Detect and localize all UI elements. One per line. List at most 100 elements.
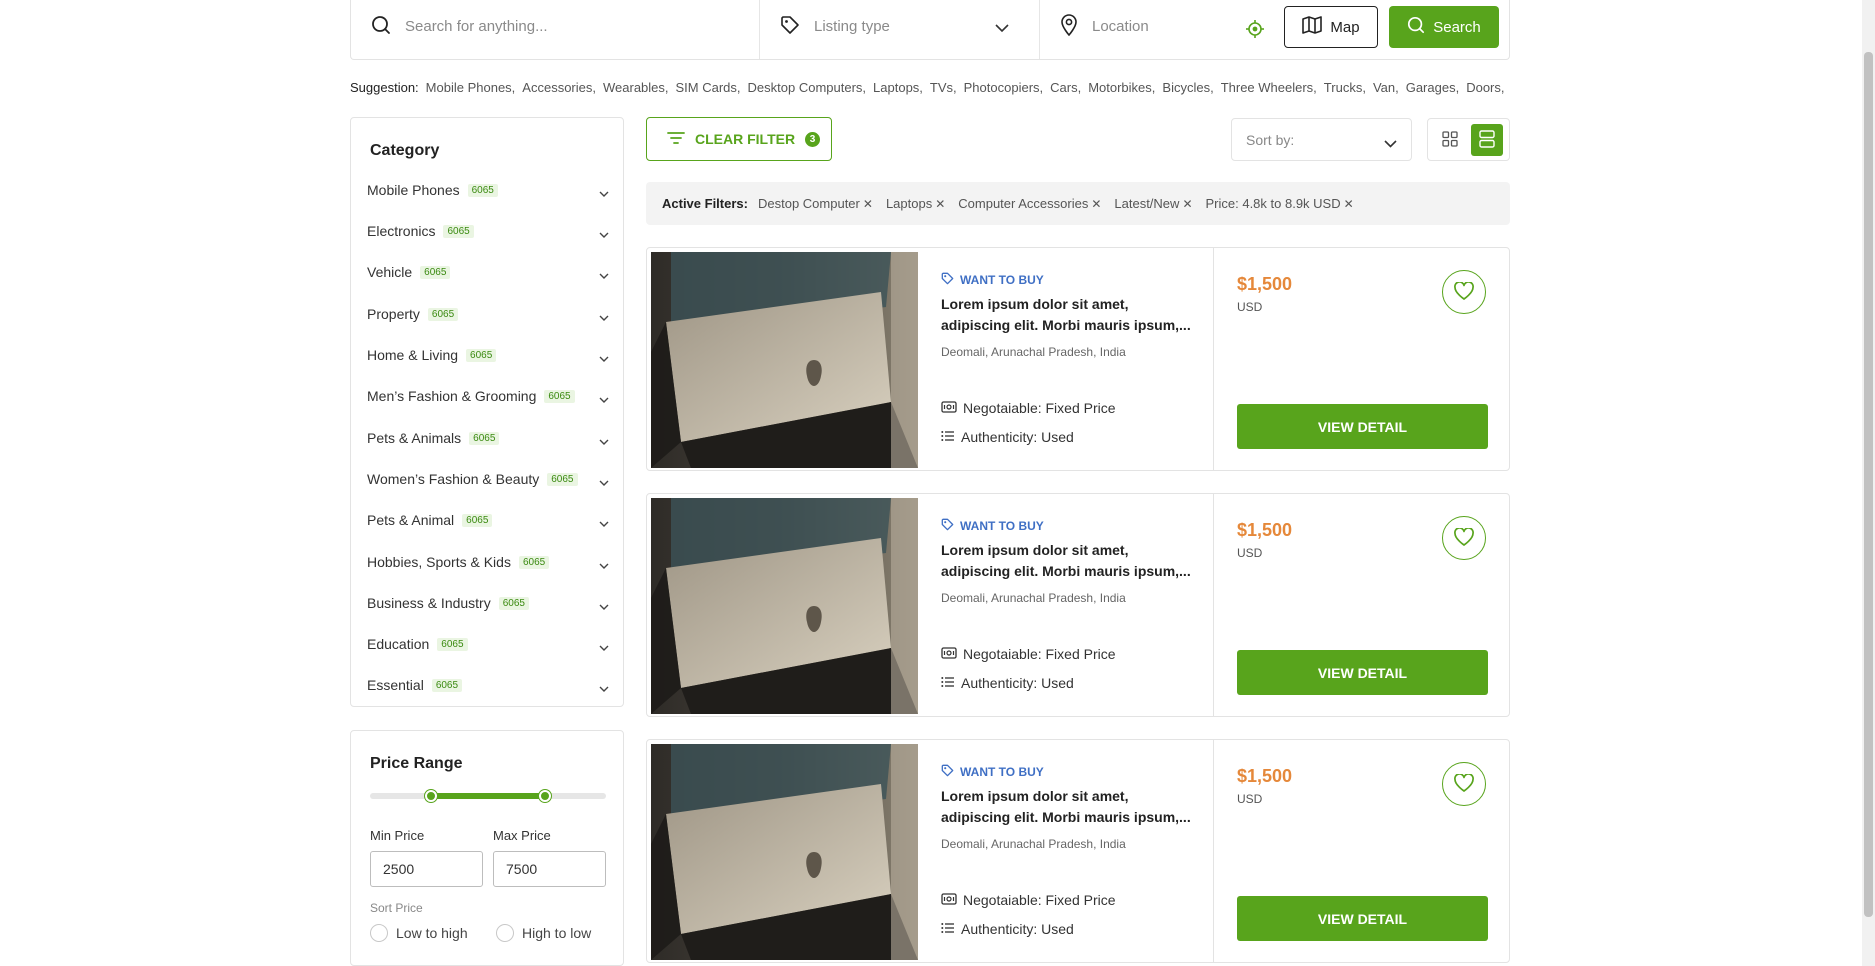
category-name: Home & Living [367, 347, 459, 363]
category-item[interactable]: Women’s Fashion & Beauty 6065 [367, 467, 609, 491]
crosshair-icon[interactable] [1246, 20, 1264, 41]
close-icon[interactable]: ✕ [1344, 197, 1354, 211]
max-price-input[interactable] [493, 851, 606, 887]
suggestion-link[interactable]: Garages, [1406, 80, 1459, 95]
search-input[interactable] [405, 18, 665, 35]
category-count: 6065 [437, 637, 468, 651]
listing-title[interactable]: Lorem ipsum dolor sit amet, adipiscing e… [941, 540, 1197, 582]
map-button[interactable]: Map [1284, 6, 1378, 48]
category-count: 6065 [544, 389, 575, 403]
sort-high-to-low-radio[interactable]: High to low [496, 924, 591, 942]
listing-info: WANT TO BUY Lorem ipsum dolor sit amet, … [941, 740, 1211, 962]
listing-title[interactable]: Lorem ipsum dolor sit amet, adipiscing e… [941, 294, 1197, 336]
suggestion-link[interactable]: Cars, [1050, 80, 1081, 95]
chevron-down-icon [1384, 135, 1397, 151]
map-button-label: Map [1330, 18, 1360, 36]
sort-low-to-high-radio[interactable]: Low to high [370, 924, 468, 942]
suggestion-link[interactable]: Desktop Computers, [748, 80, 867, 95]
authenticity-text: Authenticity: Used [961, 675, 1074, 691]
search-field[interactable] [351, 0, 760, 59]
chevron-down-icon [599, 598, 609, 614]
listing-type-select[interactable]: Listing type [760, 0, 1040, 59]
grid-view-button[interactable] [1434, 124, 1466, 156]
suggestion-link[interactable]: Doors, [1466, 80, 1504, 95]
category-item[interactable]: Pets & Animal 6065 [367, 508, 609, 532]
price-slider[interactable] [370, 790, 606, 802]
list-view-button[interactable] [1471, 124, 1503, 156]
category-item[interactable]: Vehicle 6065 [367, 260, 609, 284]
view-toggle [1427, 118, 1510, 161]
active-filter-chip[interactable]: Destop Computer ✕ [758, 196, 873, 211]
listing-info: WANT TO BUY Lorem ipsum dolor sit amet, … [941, 248, 1211, 470]
price-slider-max-handle[interactable] [538, 790, 551, 802]
active-filter-chip[interactable]: Price: 4.8k to 8.9k USD ✕ [1206, 196, 1354, 211]
radio-circle [370, 924, 388, 942]
price-tag-icon [941, 892, 957, 908]
suggestion-link[interactable]: Laptops, [873, 80, 923, 95]
sort-by-select[interactable]: Sort by: [1231, 118, 1412, 161]
heart-icon [1454, 280, 1474, 303]
suggestion-link[interactable]: TVs, [930, 80, 957, 95]
category-item[interactable]: Business & Industry 6065 [367, 591, 609, 615]
suggestion-link[interactable]: Motorbikes, [1088, 80, 1155, 95]
listing-image[interactable] [651, 498, 918, 714]
listing-image[interactable] [651, 744, 918, 960]
suggestion-link[interactable]: SIM Cards, [676, 80, 741, 95]
listing-card[interactable]: WANT TO BUY Lorem ipsum dolor sit amet, … [646, 739, 1510, 963]
suggestion-link[interactable]: Photocopiers, [964, 80, 1044, 95]
category-item[interactable]: Pets & Animals 6065 [367, 426, 609, 450]
category-item[interactable]: Hobbies, Sports & Kids 6065 [367, 550, 609, 574]
category-item[interactable]: Mobile Phones 6065 [367, 178, 609, 202]
category-item[interactable]: Home & Living 6065 [367, 343, 609, 367]
category-count: 6065 [427, 307, 459, 321]
listing-title[interactable]: Lorem ipsum dolor sit amet, adipiscing e… [941, 786, 1197, 828]
active-filter-chip[interactable]: Laptops ✕ [886, 196, 945, 211]
category-count: 6065 [431, 678, 463, 692]
search-button[interactable]: Search [1389, 6, 1499, 48]
clear-filter-button[interactable]: CLEAR FILTER 3 [646, 117, 832, 161]
suggestion-link[interactable]: Wearables, [603, 80, 669, 95]
close-icon[interactable]: ✕ [935, 197, 945, 211]
suggestion-link[interactable]: Mobile Phones, [426, 80, 516, 95]
listing-card[interactable]: WANT TO BUY Lorem ipsum dolor sit amet, … [646, 493, 1510, 717]
min-price-input[interactable] [370, 851, 483, 887]
active-filter-chip[interactable]: Computer Accessories ✕ [958, 196, 1101, 211]
location-placeholder: Location [1092, 18, 1149, 35]
suggestion-link[interactable]: Bicycles, [1162, 80, 1213, 95]
active-filter-chip[interactable]: Latest/New ✕ [1114, 196, 1192, 211]
category-count: 6065 [498, 596, 529, 610]
favorite-button[interactable] [1442, 270, 1486, 314]
category-item[interactable]: Electronics 6065 [367, 219, 609, 243]
price-slider-min-handle[interactable] [425, 790, 438, 802]
category-item[interactable]: Property 6065 [367, 302, 609, 326]
location-field[interactable]: Location [1040, 0, 1280, 59]
listing-tag: WANT TO BUY [941, 518, 1044, 534]
page-scrollbar[interactable] [1862, 0, 1875, 966]
category-item[interactable]: Essential 6065 [367, 673, 609, 697]
list-icon [1479, 129, 1495, 151]
scrollbar-thumb[interactable] [1864, 52, 1873, 917]
heart-icon [1454, 526, 1474, 549]
listing-authenticity: Authenticity: Used [941, 921, 1074, 937]
close-icon[interactable]: ✕ [863, 197, 873, 211]
close-icon[interactable]: ✕ [1182, 197, 1192, 211]
favorite-button[interactable] [1442, 516, 1486, 560]
category-item[interactable]: Men’s Fashion & Grooming 6065 [367, 384, 609, 408]
suggestion-link[interactable]: Accessories, [522, 80, 596, 95]
view-detail-button[interactable]: VIEW DETAIL [1237, 404, 1488, 449]
list-icon [941, 675, 955, 691]
suggestion-link[interactable]: Three Wheelers, [1221, 80, 1317, 95]
suggestion-link[interactable]: Trucks, [1324, 80, 1366, 95]
close-icon[interactable]: ✕ [1091, 197, 1101, 211]
suggestion-label: Suggestion: [350, 80, 419, 95]
favorite-button[interactable] [1442, 762, 1486, 806]
category-item[interactable]: Education 6065 [367, 632, 609, 656]
listing-card[interactable]: WANT TO BUY Lorem ipsum dolor sit amet, … [646, 247, 1510, 471]
map-pin-icon [1060, 14, 1078, 39]
view-detail-button[interactable]: VIEW DETAIL [1237, 650, 1488, 695]
category-name: Women’s Fashion & Beauty [367, 471, 540, 487]
view-detail-button[interactable]: VIEW DETAIL [1237, 896, 1488, 941]
listing-image[interactable] [651, 252, 918, 468]
category-count: 6065 [443, 224, 474, 238]
suggestion-link[interactable]: Van, [1373, 80, 1399, 95]
